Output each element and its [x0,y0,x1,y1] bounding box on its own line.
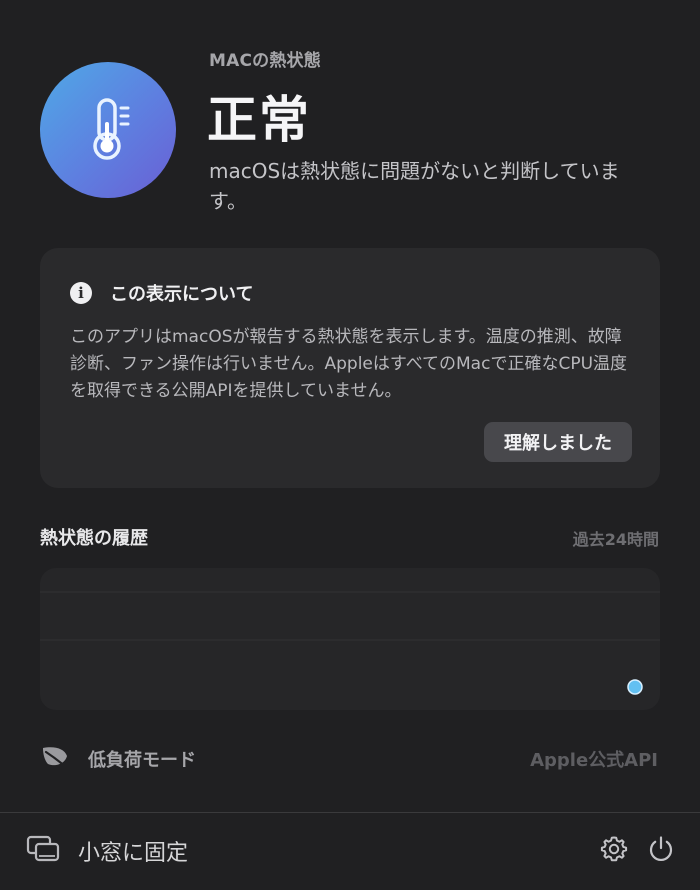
history-chart [40,568,660,710]
leaf-icon [40,744,70,774]
settings-button[interactable] [598,835,630,867]
power-icon [646,834,676,868]
pin-to-mini-window-button[interactable]: 小窓に固定 [26,834,188,868]
low-power-mode-toggle[interactable]: 低負荷モード [40,744,196,774]
info-card-body: このアプリはmacOSが報告する熱状態を表示します。温度の推測、故障診断、ファン… [70,327,628,401]
about-info-card: i この表示について このアプリはmacOSが報告する熱状態を表示します。温度の… [40,248,660,488]
footer-divider [0,812,700,813]
pin-label: 小窓に固定 [78,841,189,866]
history-title: 熱状態の履歴 [40,528,148,549]
status-title: 正常 [207,91,311,149]
history-current-point [627,679,643,695]
status-description: macOSは熱状態に問題がないと判断しています。 [209,159,620,213]
history-range-label: 過去24時間 [572,530,659,549]
info-card-header: i この表示について [70,280,253,306]
section-eyebrow: MACの熱状態 [209,51,321,71]
thermal-status-panel: MACの熱状態 正常 macOSは熱状態に問題がないと判断しています。 i この… [0,0,700,890]
gear-icon [599,834,629,868]
info-card-title: この表示について [110,284,254,305]
low-power-mode-label: 低負荷モード [88,750,196,771]
acknowledge-button[interactable]: 理解しました [484,422,632,462]
power-button[interactable] [645,835,677,867]
thermometer-icon [40,62,176,198]
pip-window-icon [26,834,60,868]
data-source-label: Apple公式API [530,750,658,771]
info-icon: i [70,282,92,304]
history-chart-svg [40,591,660,695]
